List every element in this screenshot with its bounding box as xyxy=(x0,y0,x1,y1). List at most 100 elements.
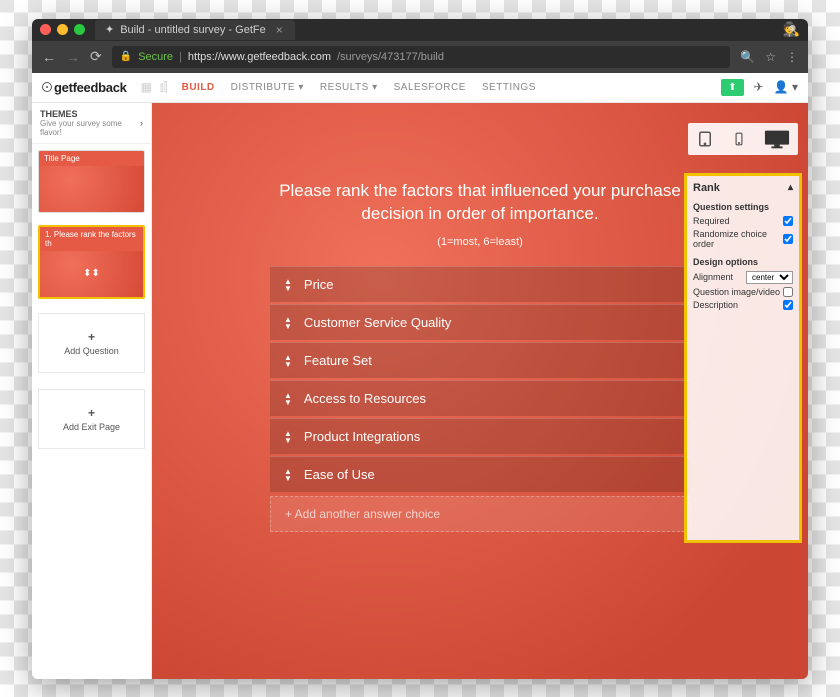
drag-handle-icon[interactable]: ▲▼ xyxy=(284,316,292,330)
stats-icon[interactable]: ⫾⫿ xyxy=(160,80,168,95)
section-design-options: Design options xyxy=(693,257,793,267)
settings-panel: Rank ▴ Question settings Required Random… xyxy=(684,173,802,543)
option-label: Product Integrations xyxy=(304,429,420,444)
logo-icon xyxy=(42,82,52,92)
minimize-window-button[interactable] xyxy=(57,24,68,35)
browser-tab[interactable]: ✦ Build - untitled survey - GetFe × xyxy=(95,20,295,40)
tab-distribute[interactable]: DISTRIBUTE ▾ xyxy=(231,82,304,93)
browser-toolbar: ← → ⟳ 🔒 Secure | https://www.getfeedback… xyxy=(32,41,808,73)
tab-title: Build - untitled survey - GetFe xyxy=(120,24,266,36)
url-path: /surveys/473177/build xyxy=(337,51,444,63)
description-checkbox[interactable] xyxy=(783,300,793,310)
themes-sub: Give your survey some flavor! xyxy=(40,119,140,137)
option-label: Customer Service Quality xyxy=(304,315,451,330)
traffic-lights xyxy=(40,24,85,35)
header-view-icons: ▦ ⫾⫿ xyxy=(141,80,168,95)
tab-settings[interactable]: SETTINGS xyxy=(482,82,536,93)
rank-option[interactable]: ▲▼ Product Integrations xyxy=(270,418,690,454)
user-menu[interactable]: 👤 ▾ xyxy=(774,80,798,94)
address-bar[interactable]: 🔒 Secure | https://www.getfeedback.com/s… xyxy=(112,46,731,68)
drag-handle-icon[interactable]: ▲▼ xyxy=(284,392,292,406)
back-button[interactable]: ← xyxy=(42,49,56,65)
collapse-panel-icon[interactable]: ▴ xyxy=(788,182,793,194)
star-icon[interactable]: ☆ xyxy=(765,50,776,64)
reload-button[interactable]: ⟳ xyxy=(90,48,102,65)
search-icon[interactable]: 🔍 xyxy=(740,50,755,64)
add-exit-page-button[interactable]: + Add Exit Page xyxy=(38,389,145,449)
drag-handle-icon[interactable]: ▲▼ xyxy=(284,468,292,482)
rank-option[interactable]: ▲▼ Customer Service Quality xyxy=(270,304,690,340)
tab-results[interactable]: RESULTS ▾ xyxy=(320,82,378,93)
chevron-down-icon: ▾ xyxy=(372,82,378,93)
option-label: Access to Resources xyxy=(304,391,426,406)
chevron-right-icon: › xyxy=(140,118,143,128)
header-tabs: BUILD DISTRIBUTE ▾ RESULTS ▾ SALESFORCE … xyxy=(182,82,536,93)
panel-title: Rank xyxy=(693,182,720,194)
section-question-settings: Question settings xyxy=(693,202,793,212)
slide-thumb-title[interactable]: Title Page xyxy=(38,150,145,213)
thumb-label: Title Page xyxy=(39,151,144,166)
slide-thumb-question[interactable]: 1. Please rank the factors th ⬍⬍ xyxy=(38,225,145,299)
forward-button[interactable]: → xyxy=(66,49,80,65)
rank-option[interactable]: ▲▼ Feature Set xyxy=(270,342,690,378)
question-area: Please rank the factors that influenced … xyxy=(270,179,690,533)
sidebar: THEMES Give your survey some flavor! › T… xyxy=(32,103,152,679)
option-label: Price xyxy=(304,277,334,292)
grid-view-icon[interactable]: ▦ xyxy=(141,80,152,95)
upgrade-button[interactable]: ⬆ xyxy=(721,79,743,96)
plus-icon: + xyxy=(88,406,95,420)
app-logo[interactable]: getfeedback xyxy=(42,80,127,95)
device-phone-icon[interactable] xyxy=(732,130,746,148)
window-titlebar: ✦ Build - untitled survey - GetFe × 🕵 xyxy=(32,19,808,41)
themes-label: THEMES xyxy=(40,109,140,119)
url-host: https://www.getfeedback.com xyxy=(188,51,331,63)
close-window-button[interactable] xyxy=(40,24,51,35)
option-label: Ease of Use xyxy=(304,467,375,482)
rank-option[interactable]: ▲▼ Access to Resources xyxy=(270,380,690,416)
drag-handle-icon[interactable]: ▲▼ xyxy=(284,430,292,444)
incognito-icon: 🕵 xyxy=(783,21,800,38)
device-preview-bar xyxy=(688,123,798,155)
builder-canvas[interactable]: Please rank the factors that influenced … xyxy=(152,103,808,679)
randomize-checkbox[interactable] xyxy=(783,234,793,244)
chevron-down-icon: ▾ xyxy=(298,82,304,93)
app-header: getfeedback ▦ ⫾⫿ BUILD DISTRIBUTE ▾ RESU… xyxy=(32,73,808,103)
add-question-button[interactable]: + Add Question xyxy=(38,313,145,373)
alignment-label: Alignment xyxy=(693,272,746,282)
tab-salesforce[interactable]: SALESFORCE xyxy=(394,82,466,93)
close-tab-icon[interactable]: × xyxy=(276,23,283,37)
rank-options: ▲▼ Price ▲▼ Customer Service Quality ▲▼ Fea… xyxy=(270,266,690,492)
required-checkbox[interactable] xyxy=(783,216,793,226)
secure-label: Secure xyxy=(138,51,173,63)
add-answer-choice[interactable]: + Add another answer choice xyxy=(270,496,690,532)
rank-option[interactable]: ▲▼ Price xyxy=(270,266,690,302)
lock-icon: 🔒 xyxy=(120,51,132,62)
maximize-window-button[interactable] xyxy=(74,24,85,35)
thumb-label: 1. Please rank the factors th xyxy=(40,227,143,251)
logo-text: getfeedback xyxy=(54,80,127,95)
tab-favicon: ✦ xyxy=(105,23,114,36)
description-label: Description xyxy=(693,300,783,310)
themes-row[interactable]: THEMES Give your survey some flavor! › xyxy=(32,103,151,144)
rank-option[interactable]: ▲▼ Ease of Use xyxy=(270,456,690,492)
drag-handle-icon[interactable]: ▲▼ xyxy=(284,354,292,368)
drag-handle-icon[interactable]: ▲▼ xyxy=(284,278,292,292)
randomize-label: Randomize choice order xyxy=(693,229,783,249)
browser-window: ✦ Build - untitled survey - GetFe × 🕵 ← … xyxy=(32,19,808,679)
app-body: THEMES Give your survey some flavor! › T… xyxy=(32,103,808,679)
plus-icon: + xyxy=(88,330,95,344)
tab-build[interactable]: BUILD xyxy=(182,82,215,93)
thumb-body xyxy=(39,166,144,212)
toolbar-right: 🔍 ☆ ⋮ xyxy=(740,50,798,64)
device-tablet-icon[interactable] xyxy=(696,130,714,148)
send-icon[interactable]: ✈ xyxy=(754,80,764,94)
question-prompt[interactable]: Please rank the factors that influenced … xyxy=(270,179,690,227)
image-video-checkbox[interactable] xyxy=(783,287,793,297)
question-hint[interactable]: (1=most, 6=least) xyxy=(270,236,690,248)
image-video-label: Question image/video xyxy=(693,287,783,297)
option-label: Feature Set xyxy=(304,353,372,368)
menu-icon[interactable]: ⋮ xyxy=(786,50,798,64)
device-desktop-icon[interactable] xyxy=(764,129,790,149)
add-exit-label: Add Exit Page xyxy=(63,422,120,432)
alignment-select[interactable]: center xyxy=(746,271,793,284)
